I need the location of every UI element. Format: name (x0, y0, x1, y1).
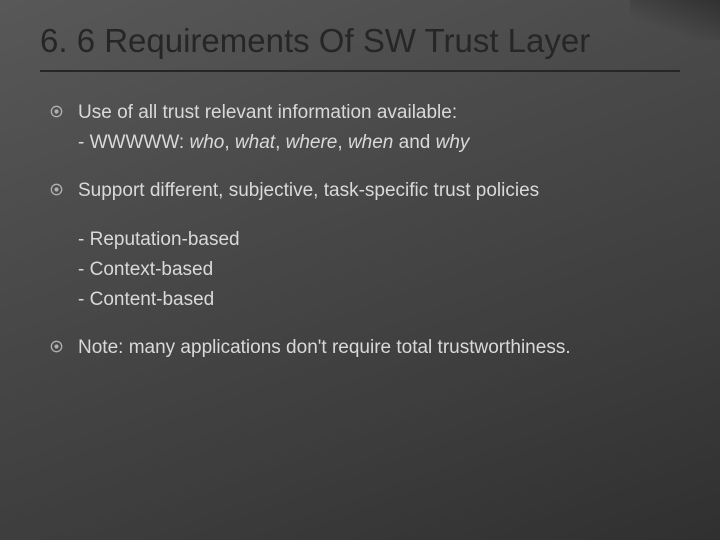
bullet-text: Support different, subjective, task-spec… (78, 178, 670, 204)
sub-when: when (348, 132, 393, 153)
sub-c3: , (337, 132, 348, 153)
title-underline (40, 70, 680, 72)
bullet-icon (50, 335, 78, 353)
sub-why: why (436, 132, 470, 153)
bullet-text: Use of all trust relevant information av… (78, 100, 670, 126)
sub-c2: , (275, 132, 286, 153)
bullet-subline: - Reputation-based (50, 227, 670, 253)
bullet-item: Support different, subjective, task-spec… (50, 178, 670, 204)
bullet-icon (50, 178, 78, 196)
sub-who: who (190, 132, 225, 153)
bullet-subline: - Context-based (50, 257, 670, 283)
slide: 6. 6 Requirements Of SW Trust Layer Use … (0, 0, 720, 540)
sub-what: what (235, 132, 275, 153)
sub-c1: , (224, 132, 235, 153)
bullet-subline: - Content-based (50, 287, 670, 313)
sub-prefix: - WWWWW: (78, 132, 190, 153)
slide-body: Use of all trust relevant information av… (50, 100, 670, 384)
bullet-item: Use of all trust relevant information av… (50, 100, 670, 126)
sub-where: where (286, 132, 338, 153)
bullet-text: Note: many applications don't require to… (78, 335, 670, 361)
sub-and: and (393, 132, 435, 153)
slide-title: 6. 6 Requirements Of SW Trust Layer (40, 22, 680, 60)
bullet-icon (50, 100, 78, 118)
bullet-subline: - WWWWW: who, what, where, when and why (50, 130, 670, 156)
bullet-item: Note: many applications don't require to… (50, 335, 670, 361)
